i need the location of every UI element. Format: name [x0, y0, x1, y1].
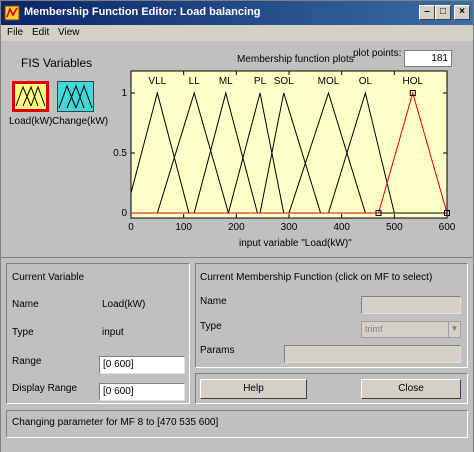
x-tick-label: 500 — [386, 222, 403, 233]
y-tick-label: 0.5 — [113, 148, 127, 159]
fis-variable-label: Load(kW) — [9, 116, 53, 127]
input-mf-icon — [58, 84, 93, 109]
mf-name-input[interactable] — [361, 296, 461, 314]
mf-label-pl: PL — [254, 76, 267, 87]
plot-points-label: plot points: — [353, 48, 402, 59]
display-range-input[interactable]: [0 600] — [99, 383, 185, 401]
mf-params-input[interactable] — [284, 345, 461, 363]
menu-view[interactable]: View — [58, 27, 80, 38]
current-mf-header: Current Membership Function (click on MF… — [200, 272, 433, 283]
range-label: Range — [12, 356, 42, 367]
x-tick-label: 600 — [439, 222, 456, 233]
x-tick-label: 100 — [175, 222, 192, 233]
menu-file[interactable]: File — [7, 27, 23, 38]
fis-variable-load-button[interactable] — [12, 81, 49, 112]
plot-points-input[interactable]: 181 — [404, 50, 452, 67]
x-tick-label: 400 — [333, 222, 350, 233]
close-window-button[interactable]: × — [454, 5, 470, 20]
menu-bar: File Edit View — [1, 25, 473, 41]
mf-type-value: trimf — [365, 324, 383, 334]
variable-type-label: Type — [12, 327, 34, 338]
mf-type-label: Type — [200, 321, 222, 332]
mf-editor-window: Membership Function Editor: Load balanci… — [0, 0, 474, 452]
mf-name-label: Name — [200, 296, 227, 307]
input-mf-icon — [15, 85, 46, 107]
mf-label-vll: VLL — [148, 76, 166, 87]
status-text: Changing parameter for MF 8 to [470 535 … — [12, 417, 219, 428]
x-tick-label: 300 — [281, 222, 298, 233]
mf-label-ll: LL — [189, 76, 201, 87]
plot-xlabel: input variable "Load(kW)" — [239, 238, 352, 249]
mf-plot[interactable]: 0 100 200 300 400 500 600 0 0.5 1 VLL LL ML PL SOL MOL O… — [111, 67, 461, 237]
matlab-icon — [4, 5, 20, 21]
close-icon: × — [459, 6, 465, 17]
mf-label-ml: ML — [219, 76, 233, 87]
variable-name-value: Load(kW) — [102, 299, 146, 310]
mf-params-label: Params — [200, 345, 235, 356]
minimize-icon: – — [424, 6, 430, 17]
variable-name-label: Name — [12, 299, 39, 310]
display-range-label: Display Range — [12, 383, 78, 394]
mf-label-hol: HOL — [402, 76, 423, 87]
current-variable-panel: Current Variable Name Load(kW) Type inpu… — [6, 263, 190, 404]
mf-type-select[interactable]: trimf ▼ — [361, 321, 461, 338]
current-mf-panel: Current Membership Function (click on MF… — [195, 263, 468, 368]
mf-label-mol: MOL — [318, 76, 340, 87]
upper-panel: FIS Variables Load(kW) Change(kW) Member… — [1, 41, 473, 257]
range-input[interactable]: [0 600] — [99, 356, 185, 374]
y-tick-label: 1 — [121, 88, 127, 99]
maximize-button[interactable]: □ — [435, 5, 451, 20]
window-title: Membership Function Editor: Load balanci… — [24, 6, 261, 18]
fis-variable-change-button[interactable] — [57, 81, 94, 112]
status-bar: Changing parameter for MF 8 to [470 535 … — [6, 410, 468, 438]
close-button[interactable]: Close — [361, 379, 461, 399]
fis-variables-title: FIS Variables — [21, 56, 93, 70]
x-tick-label: 200 — [228, 222, 245, 233]
x-tick-label: 0 — [128, 222, 134, 233]
menu-edit[interactable]: Edit — [32, 27, 49, 38]
y-tick-label: 0 — [121, 208, 127, 219]
current-variable-header: Current Variable — [12, 272, 85, 283]
mf-label-sol: SOL — [274, 76, 294, 87]
buttons-panel: Help Close — [195, 373, 468, 404]
chevron-down-icon: ▼ — [448, 322, 460, 337]
mf-plots-header: Membership function plots — [237, 54, 354, 65]
minimize-button[interactable]: – — [419, 5, 435, 20]
variable-type-value: input — [102, 327, 124, 338]
lower-panel: Current Variable Name Load(kW) Type inpu… — [1, 257, 473, 452]
maximize-icon: □ — [439, 6, 447, 17]
fis-variable-label: Change(kW) — [52, 116, 109, 127]
mf-label-ol: OL — [359, 76, 373, 87]
title-bar[interactable]: Membership Function Editor: Load balanci… — [1, 1, 473, 25]
help-button[interactable]: Help — [200, 379, 307, 399]
